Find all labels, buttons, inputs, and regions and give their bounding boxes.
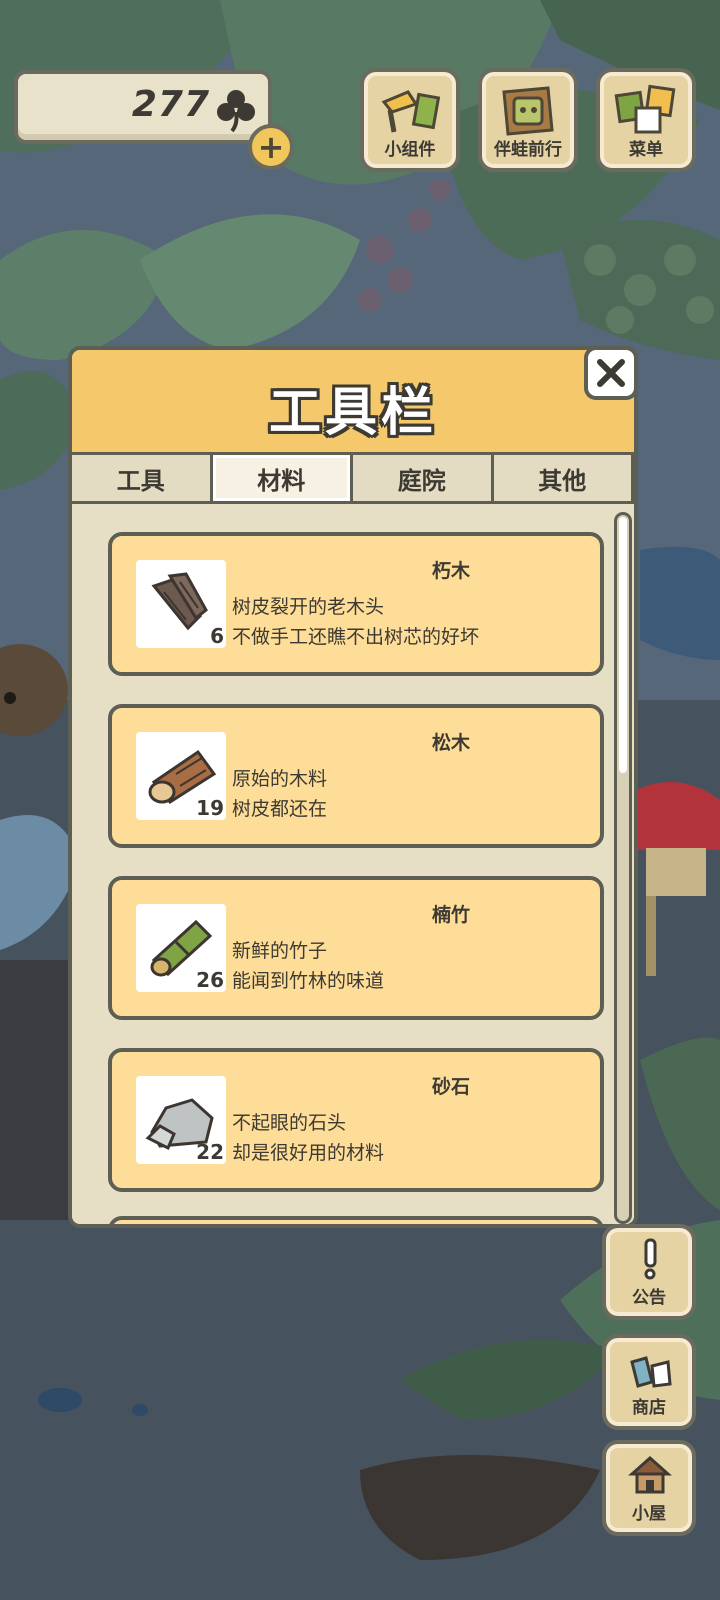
- clover-counter: 277: [14, 70, 272, 144]
- item-quantity: 19: [196, 796, 224, 820]
- item-description-line: 新鲜的竹子: [232, 940, 328, 962]
- list-item[interactable]: 22 砂石 不起眼的石头 却是很好用的材料: [108, 1048, 604, 1192]
- widget-icon: [381, 90, 441, 133]
- tab-tools[interactable]: 工具: [72, 452, 213, 504]
- item-description-line: 不做手工还瞧不出树芯的好坏: [232, 626, 480, 648]
- plus-icon: +: [257, 128, 285, 166]
- house-icon: [628, 1455, 672, 1494]
- item-description: 树皮裂开的老木头 不做手工还瞧不出树芯的好坏: [232, 592, 479, 652]
- add-clover-button[interactable]: +: [248, 124, 294, 170]
- materials-list[interactable]: 6 朽木 树皮裂开的老木头 不做手工还瞧不出树芯的好坏 19 松木 原始的木料 …: [72, 504, 634, 1224]
- tab-materials[interactable]: 材料: [212, 452, 353, 504]
- item-description-line: 能闻到竹林的味道: [232, 970, 385, 992]
- item-description: 不起眼的石头 却是很好用的材料: [232, 1108, 384, 1168]
- menu-icon: [614, 84, 676, 134]
- shop-label: 商店: [632, 1398, 666, 1418]
- list-item[interactable]: 6 朽木 树皮裂开的老木头 不做手工还瞧不出树芯的好坏: [108, 532, 604, 676]
- close-icon: [597, 359, 625, 387]
- item-name: 松木: [431, 732, 470, 754]
- item-thumbnail: 19: [136, 732, 226, 820]
- frog-journey-icon: [502, 86, 554, 136]
- item-description-line: 原始的木料: [232, 768, 328, 790]
- tab-other[interactable]: 其他: [493, 452, 634, 504]
- item-quantity: 6: [210, 624, 224, 648]
- notice-label: 公告: [632, 1288, 666, 1308]
- widget-label: 小组件: [384, 140, 436, 160]
- frog-journey-button[interactable]: 伴蛙前行: [478, 68, 578, 172]
- notice-button[interactable]: 公告: [602, 1224, 696, 1320]
- item-thumbnail: 22: [136, 1076, 226, 1164]
- item-description-line: 不起眼的石头: [232, 1112, 347, 1134]
- list-item[interactable]: 19 松木 原始的木料 树皮都还在: [108, 704, 604, 848]
- notice-icon: [644, 1238, 657, 1280]
- item-thumbnail: 26: [136, 904, 226, 992]
- shop-button[interactable]: 商店: [602, 1334, 696, 1430]
- list-item[interactable]: 26 楠竹 新鲜的竹子 能闻到竹林的味道: [108, 876, 604, 1020]
- shop-icon: [630, 1356, 672, 1388]
- clover-icon: [217, 90, 255, 132]
- tab-garden[interactable]: 庭院: [353, 452, 494, 504]
- clover-count: 277: [131, 84, 210, 125]
- category-tabs: 工具 材料 庭院 其他: [72, 452, 634, 504]
- item-description: 原始的木料 树皮都还在: [232, 764, 327, 824]
- scrollbar[interactable]: [614, 512, 632, 1224]
- item-name: 楠竹: [431, 904, 470, 926]
- rotten-wood-icon: [151, 572, 208, 631]
- panel-title: 工具栏: [268, 383, 437, 443]
- widget-button[interactable]: 小组件: [360, 68, 460, 172]
- item-name: 砂石: [431, 1076, 470, 1098]
- item-description-line: 却是很好用的材料: [232, 1142, 385, 1164]
- item-description: 新鲜的竹子 能闻到竹林的味道: [232, 936, 384, 996]
- house-label: 小屋: [632, 1504, 666, 1524]
- item-thumbnail: 6: [136, 560, 226, 648]
- item-description-line: 树皮都还在: [232, 798, 328, 820]
- list-item-partial[interactable]: [108, 1216, 604, 1224]
- frog-journey-label: 伴蛙前行: [494, 140, 562, 160]
- item-name: 朽木: [431, 560, 470, 582]
- menu-button[interactable]: 菜单: [596, 68, 696, 172]
- toolbar-panel: 工具栏 工具 材料 庭院 其他 6 朽木 树皮裂开的老木头 不做手工还瞧不出树芯…: [68, 346, 638, 1228]
- item-quantity: 22: [196, 1140, 224, 1164]
- menu-label: 菜单: [629, 140, 663, 160]
- item-quantity: 26: [196, 968, 224, 992]
- house-button[interactable]: 小屋: [602, 1440, 696, 1536]
- close-button[interactable]: [584, 346, 638, 400]
- panel-header: 工具栏: [72, 350, 634, 454]
- item-description-line: 树皮裂开的老木头: [232, 596, 385, 618]
- scrollbar-thumb[interactable]: [619, 517, 627, 773]
